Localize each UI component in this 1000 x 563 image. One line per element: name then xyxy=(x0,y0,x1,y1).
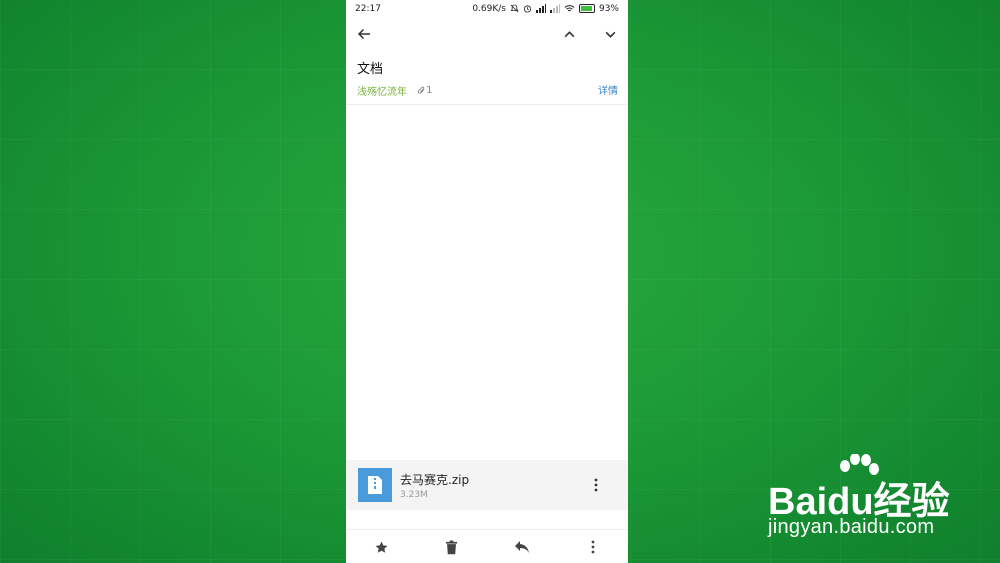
delete-button[interactable] xyxy=(440,535,464,559)
reply-icon xyxy=(515,541,530,553)
signal-weak-icon xyxy=(549,4,560,13)
attachment-filename: 去马赛克.zip xyxy=(400,472,470,487)
attachment-indicator: 1 xyxy=(417,85,432,96)
attachment-card[interactable]: 去马赛克.zip 3.23M xyxy=(346,460,628,510)
header-divider xyxy=(346,104,628,105)
status-icons: 0.69K/s 93% xyxy=(472,4,619,14)
sender-name[interactable]: 浅殇忆流年 xyxy=(357,87,407,98)
details-link[interactable]: 详情 xyxy=(598,82,618,97)
baidu-jingyan-watermark: Baidu经验 jingyan.baidu.com xyxy=(768,454,988,546)
watermark-url: jingyan.baidu.com xyxy=(768,516,935,538)
attachment-more-button[interactable] xyxy=(584,473,608,497)
message-nav xyxy=(557,22,622,46)
network-speed: 0.69K/s xyxy=(472,3,506,14)
reply-button[interactable] xyxy=(510,535,534,559)
toolbar xyxy=(346,17,628,51)
signal-icon xyxy=(535,4,546,13)
chevron-up-icon xyxy=(564,30,574,37)
email-meta: 浅殇忆流年 1 详情 xyxy=(346,80,628,98)
star-icon xyxy=(375,541,388,553)
chevron-down-icon xyxy=(605,31,615,38)
email-subject: 文档 xyxy=(357,62,384,77)
status-time: 22:17 xyxy=(355,3,381,14)
attachment-size: 3.23M xyxy=(400,489,428,500)
zip-file-icon xyxy=(358,468,392,502)
paperclip-icon xyxy=(418,86,425,94)
back-button[interactable] xyxy=(352,22,376,46)
trash-icon xyxy=(446,540,458,554)
more-vertical-icon xyxy=(594,478,598,492)
more-vertical-icon xyxy=(591,540,595,554)
attachment-info: 去马赛克.zip 3.23M xyxy=(400,471,584,500)
mute-icon xyxy=(510,4,519,13)
battery-icon xyxy=(578,4,595,13)
next-message-button[interactable] xyxy=(598,22,622,46)
sender-block: 浅殇忆流年 1 xyxy=(357,80,432,99)
arrow-left-icon xyxy=(357,28,370,40)
star-button[interactable] xyxy=(369,535,393,559)
bottom-action-bar xyxy=(346,529,628,563)
battery-percent: 93% xyxy=(598,3,619,14)
previous-message-button[interactable] xyxy=(557,22,581,46)
phone-screen: 22:17 0.69K/s 93% 文档 浅殇忆流年 1 详情 去马赛克.zip… xyxy=(346,0,628,563)
more-actions-button[interactable] xyxy=(581,535,605,559)
alarm-icon xyxy=(523,5,532,13)
status-bar: 22:17 0.69K/s 93% xyxy=(346,0,628,17)
document-icon xyxy=(368,476,382,494)
wifi-icon xyxy=(564,5,575,12)
attachment-count: 1 xyxy=(426,84,433,96)
